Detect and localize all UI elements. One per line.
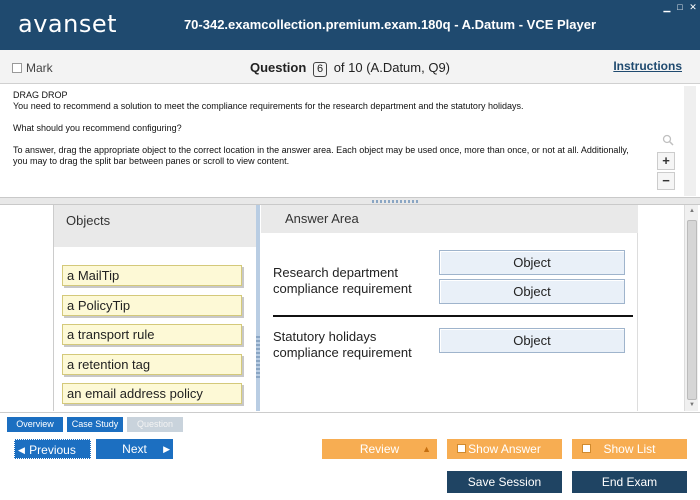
chevron-left-icon: ◀ [18, 445, 25, 455]
review-button[interactable]: Review ▲ [322, 439, 437, 459]
tab-overview[interactable]: Overview [7, 417, 63, 432]
answer-area-title: Answer Area [261, 205, 638, 233]
question-text-pane: DRAG DROP You need to recommend a soluti… [5, 86, 680, 196]
show-list-button[interactable]: Show List [572, 439, 687, 459]
drag-drop-area: Objects a MailTip a PolicyTip a transpor… [0, 205, 684, 411]
triangle-up-icon: ▲ [422, 444, 431, 454]
question-scrollbar[interactable] [684, 86, 696, 196]
scroll-thumb[interactable] [687, 220, 697, 400]
answer-group-2-label-line1: Statutory holidays [273, 329, 377, 344]
answer-area-panel: Answer Area Research department complian… [261, 205, 638, 411]
show-answer-label: Show Answer [468, 442, 541, 456]
object-item[interactable]: a MailTip [62, 265, 242, 286]
previous-label: Previous [29, 443, 76, 457]
question-counter: Question 6 of 10 (A.Datum, Q9) [0, 60, 700, 77]
tab-case-study[interactable]: Case Study [67, 417, 123, 432]
save-session-button[interactable]: Save Session [447, 471, 562, 493]
close-icon[interactable]: ✕ [688, 2, 698, 12]
question-line-1: You need to recommend a solution to meet… [13, 101, 524, 111]
next-label: Next [122, 442, 147, 456]
content-scrollbar[interactable]: ▲ ▼ [684, 205, 698, 411]
divider-grip-icon[interactable] [256, 336, 260, 380]
window-title: 70-342.examcollection.premium.exam.180q … [183, 17, 597, 32]
answer-slot[interactable]: Object [439, 250, 625, 275]
minimize-icon[interactable]: ▁ [662, 2, 672, 12]
objects-title: Objects [54, 205, 259, 247]
answer-separator [273, 315, 633, 317]
end-exam-button[interactable]: End Exam [572, 471, 687, 493]
restore-icon[interactable]: □ [675, 2, 685, 12]
split-bar[interactable] [0, 197, 700, 205]
answer-group-1-label: Research department compliance requireme… [273, 265, 412, 297]
answer-group-1-label-line1: Research department [273, 265, 399, 280]
tab-bar: Overview Case Study Question [0, 412, 700, 432]
previous-button[interactable]: ◀ Previous [14, 439, 91, 459]
object-item[interactable]: an email address policy [62, 383, 242, 404]
zoom-in-button[interactable]: + [657, 152, 675, 170]
instructions-link[interactable]: Instructions [613, 59, 682, 73]
checkbox-icon[interactable] [582, 444, 591, 453]
title-bar: avanset 70-342.examcollection.premium.ex… [0, 0, 700, 50]
answer-group-2-label-line2: compliance requirement [273, 345, 412, 360]
object-item[interactable]: a retention tag [62, 354, 242, 375]
checkbox-icon[interactable] [457, 444, 466, 453]
answer-group-2-label: Statutory holidays compliance requiremen… [273, 329, 412, 361]
answer-group-1-label-line2: compliance requirement [273, 281, 412, 296]
tab-question[interactable]: Question [127, 417, 183, 432]
question-type: DRAG DROP [13, 90, 68, 100]
question-suffix: of 10 (A.Datum, Q9) [333, 60, 451, 75]
question-number-badge: 6 [312, 62, 328, 77]
answer-slot[interactable]: Object [439, 328, 625, 353]
split-grip-icon[interactable] [372, 200, 418, 203]
question-label: Question [249, 60, 307, 75]
next-button[interactable]: Next ▶ [96, 439, 173, 459]
question-line-2: What should you recommend configuring? [13, 123, 182, 133]
zoom-out-button[interactable]: − [657, 172, 675, 190]
review-label: Review [359, 442, 400, 456]
answer-slot[interactable]: Object [439, 279, 625, 304]
show-answer-button[interactable]: Show Answer [447, 439, 562, 459]
scroll-down-icon[interactable]: ▼ [687, 402, 697, 408]
zoom-search-icon [662, 134, 674, 146]
question-header: Mark Question 6 of 10 (A.Datum, Q9) Inst… [0, 50, 700, 84]
scroll-up-icon[interactable]: ▲ [687, 208, 697, 214]
question-line-3: To answer, drag the appropriate object t… [13, 145, 629, 166]
chevron-right-icon: ▶ [163, 444, 170, 454]
show-list-label: Show List [603, 442, 656, 456]
object-item[interactable]: a transport rule [62, 324, 242, 345]
object-item[interactable]: a PolicyTip [62, 295, 242, 316]
objects-panel: Objects a MailTip a PolicyTip a transpor… [53, 205, 259, 411]
pane-divider[interactable] [256, 205, 260, 411]
